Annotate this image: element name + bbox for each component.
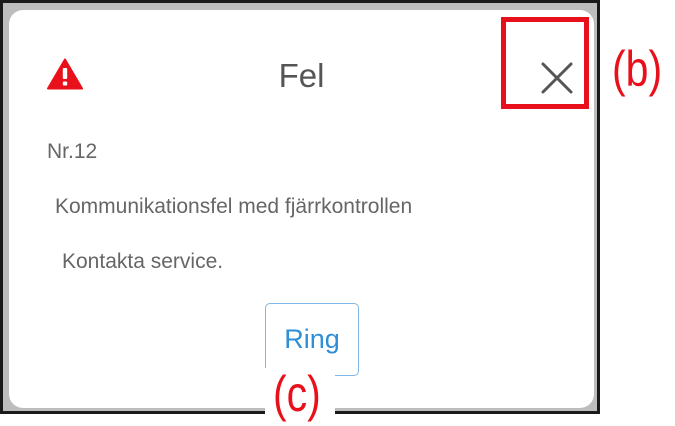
annotation-label-c: (c) xyxy=(273,366,321,422)
close-button-highlight xyxy=(501,17,589,109)
annotation-label-b: (b) xyxy=(612,41,663,97)
service-instruction: Kontakta service. xyxy=(62,250,224,273)
screenshot-stage: Fel Nr.12 Kommunikationsfel med fjärrkon… xyxy=(0,0,675,426)
error-message: Kommunikationsfel med fjärrkontrollen xyxy=(55,195,413,218)
error-number: Nr.12 xyxy=(47,140,98,163)
